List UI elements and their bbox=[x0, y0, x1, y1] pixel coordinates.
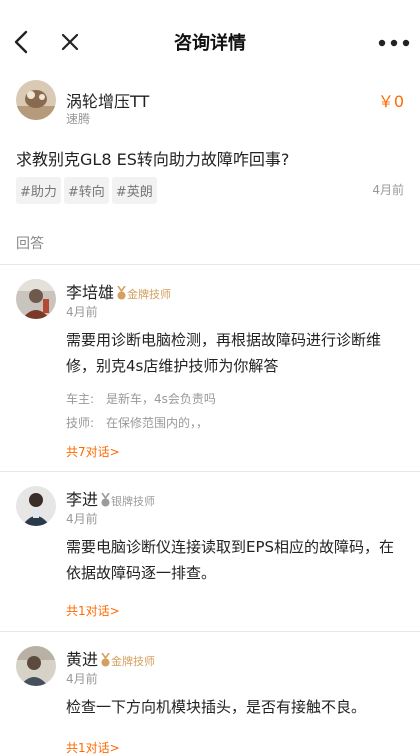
divider bbox=[0, 264, 420, 265]
top-bar: 咨询详情 bbox=[0, 0, 420, 86]
divider bbox=[0, 471, 420, 472]
answer-time: 4月前 bbox=[66, 512, 98, 526]
question-text: 求教别克GL8 ES转向助力故障咋回事? bbox=[16, 150, 290, 169]
technician-name[interactable]: 黄进 bbox=[66, 650, 98, 669]
answer-text: 需要电脑诊断仪连接读取到EPS相应的故障码，在依据故障码逐一排查。 bbox=[66, 538, 395, 582]
answer-card: 黄进 金牌技师 4月前 检查一下方向机模块插头，是否有接触不良。 共1对话> bbox=[0, 646, 420, 755]
answer-time: 4月前 bbox=[66, 672, 98, 686]
answers-section-label: 回答 bbox=[16, 236, 44, 252]
technician-title: 银牌技师 bbox=[111, 495, 156, 508]
asker-name[interactable]: 涡轮增压TT bbox=[66, 88, 149, 112]
asker-info: 涡轮增压TT 速腾 ￥0 bbox=[0, 76, 420, 136]
conversation-text: 在保修范围内的，， bbox=[106, 416, 209, 430]
technician-name-row[interactable]: 李进 银牌技师 bbox=[66, 486, 155, 510]
tag[interactable]: #转向 bbox=[63, 177, 109, 204]
more-options-icon[interactable] bbox=[378, 38, 410, 48]
reward-price: ￥0 bbox=[377, 92, 404, 111]
technician-title: 金牌技师 bbox=[127, 288, 172, 301]
conversation-speaker: 技师: bbox=[66, 416, 95, 430]
gold-medal-icon bbox=[101, 653, 110, 667]
technician-avatar[interactable] bbox=[16, 646, 56, 686]
technician-name[interactable]: 李进 bbox=[66, 490, 98, 509]
technician-title: 金牌技师 bbox=[111, 655, 156, 668]
answer-text: 检查一下方向机模块插头，是否有接触不良。 bbox=[66, 698, 367, 716]
divider bbox=[0, 631, 420, 632]
technician-avatar[interactable] bbox=[16, 279, 56, 319]
page-title: 咨询详情 bbox=[174, 33, 246, 54]
technician-name[interactable]: 李培雄 bbox=[66, 283, 114, 302]
technician-avatar[interactable] bbox=[16, 486, 56, 526]
asker-car-model: 速腾 bbox=[66, 112, 91, 126]
technician-name-row[interactable]: 李培雄 金牌技师 bbox=[66, 279, 171, 303]
tag[interactable]: #英朗 bbox=[111, 177, 157, 204]
answer-time: 4月前 bbox=[66, 305, 98, 319]
conversation-speaker: 车主: bbox=[66, 392, 95, 406]
answer-card: 李进 银牌技师 4月前 需要电脑诊断仪连接读取到EPS相应的故障码，在依据故障码逐… bbox=[0, 486, 420, 626]
question-time: 4月前 bbox=[372, 183, 404, 197]
question-tags: #助力 #转向 #英朗 bbox=[16, 177, 160, 204]
tag[interactable]: #助力 bbox=[16, 177, 61, 204]
conversation-line: 车主: 是新车，4s会负责吗 bbox=[66, 390, 216, 407]
conversation-count-link[interactable]: 共7对话> bbox=[66, 443, 120, 460]
conversation-line: 技师: 在保修范围内的，， bbox=[66, 414, 208, 431]
conversation-text: 是新车，4s会负责吗 bbox=[106, 392, 216, 406]
gold-medal-icon bbox=[117, 286, 126, 300]
answer-card: 李培雄 金牌技师 4月前 需要用诊断电脑检测，再根据故障码进行诊断维修，别克4s店… bbox=[0, 279, 420, 469]
silver-medal-icon bbox=[101, 493, 110, 507]
asker-avatar[interactable] bbox=[16, 80, 56, 120]
technician-name-row[interactable]: 黄进 金牌技师 bbox=[66, 646, 155, 670]
answer-text: 需要用诊断电脑检测，再根据故障码进行诊断维修，别克4s店维护技师为你解答 bbox=[66, 331, 382, 375]
conversation-count-link[interactable]: 共1对话> bbox=[66, 739, 120, 756]
conversation-count-link[interactable]: 共1对话> bbox=[66, 602, 120, 619]
